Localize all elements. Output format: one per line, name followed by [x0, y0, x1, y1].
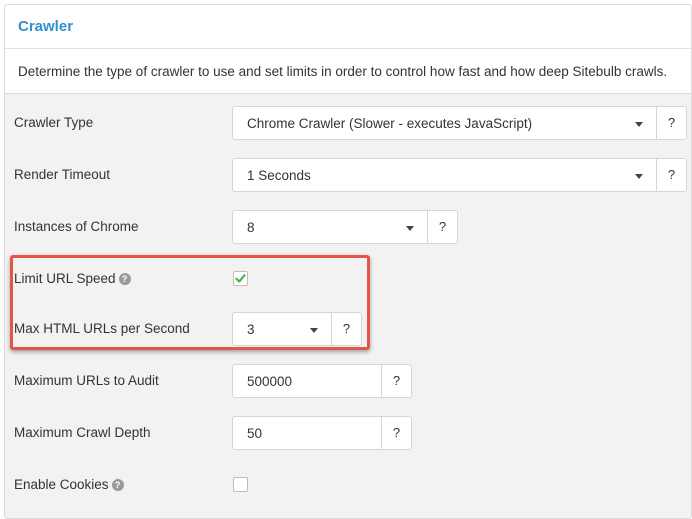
- crawler-type-label: Crawler Type: [14, 115, 94, 130]
- checkmark-icon: [235, 274, 246, 283]
- panel-header: Crawler: [5, 5, 691, 49]
- limit-url-speed-checkbox[interactable]: [233, 271, 248, 286]
- instances-of-chrome-value: 8: [247, 220, 255, 235]
- max-html-urls-help-button[interactable]: ?: [332, 312, 362, 346]
- chevron-down-icon: [406, 226, 414, 231]
- crawler-type-select[interactable]: Chrome Crawler (Slower - executes JavaSc…: [232, 106, 657, 140]
- panel-title: Crawler: [18, 18, 74, 35]
- max-html-urls-select[interactable]: 3: [232, 312, 332, 346]
- chevron-down-icon: [310, 328, 318, 333]
- instances-of-chrome-help-button[interactable]: ?: [428, 210, 458, 244]
- chevron-down-icon: [635, 122, 643, 127]
- render-timeout-label: Render Timeout: [14, 167, 111, 182]
- maximum-crawl-depth-label: Maximum Crawl Depth: [14, 425, 151, 440]
- render-timeout-value: 1 Seconds: [247, 168, 311, 183]
- question-circle-icon[interactable]: ?: [111, 479, 124, 491]
- maximum-urls-to-audit-help-button[interactable]: ?: [382, 364, 412, 398]
- crawler-type-value: Chrome Crawler (Slower - executes JavaSc…: [247, 116, 533, 131]
- chevron-down-icon: [635, 174, 643, 179]
- maximum-urls-to-audit-input[interactable]: 500000: [232, 364, 382, 398]
- panel-description: Determine the type of crawler to use and…: [18, 64, 668, 79]
- instances-of-chrome-label: Instances of Chrome: [14, 219, 139, 234]
- enable-cookies-checkbox[interactable]: [233, 477, 248, 492]
- max-html-urls-label: Max HTML URLs per Second: [14, 321, 190, 336]
- limit-url-speed-text: Limit URL Speed: [14, 271, 116, 286]
- maximum-crawl-depth-help-button[interactable]: ?: [382, 416, 412, 450]
- max-html-urls-value: 3: [247, 322, 255, 337]
- description-bar: Determine the type of crawler to use and…: [5, 49, 691, 94]
- instances-of-chrome-select[interactable]: 8: [232, 210, 428, 244]
- maximum-urls-to-audit-label: Maximum URLs to Audit: [14, 373, 159, 388]
- question-circle-icon[interactable]: ?: [118, 273, 131, 285]
- crawler-type-help-button[interactable]: ?: [657, 106, 687, 140]
- enable-cookies-label: Enable Cookies?: [14, 477, 124, 492]
- maximum-urls-to-audit-value: 500000: [247, 374, 293, 389]
- maximum-crawl-depth-value: 50: [247, 426, 263, 441]
- enable-cookies-text: Enable Cookies: [14, 477, 109, 492]
- limit-url-speed-label: Limit URL Speed?: [14, 271, 131, 286]
- render-timeout-help-button[interactable]: ?: [657, 158, 687, 192]
- maximum-crawl-depth-input[interactable]: 50: [232, 416, 382, 450]
- render-timeout-select[interactable]: 1 Seconds: [232, 158, 657, 192]
